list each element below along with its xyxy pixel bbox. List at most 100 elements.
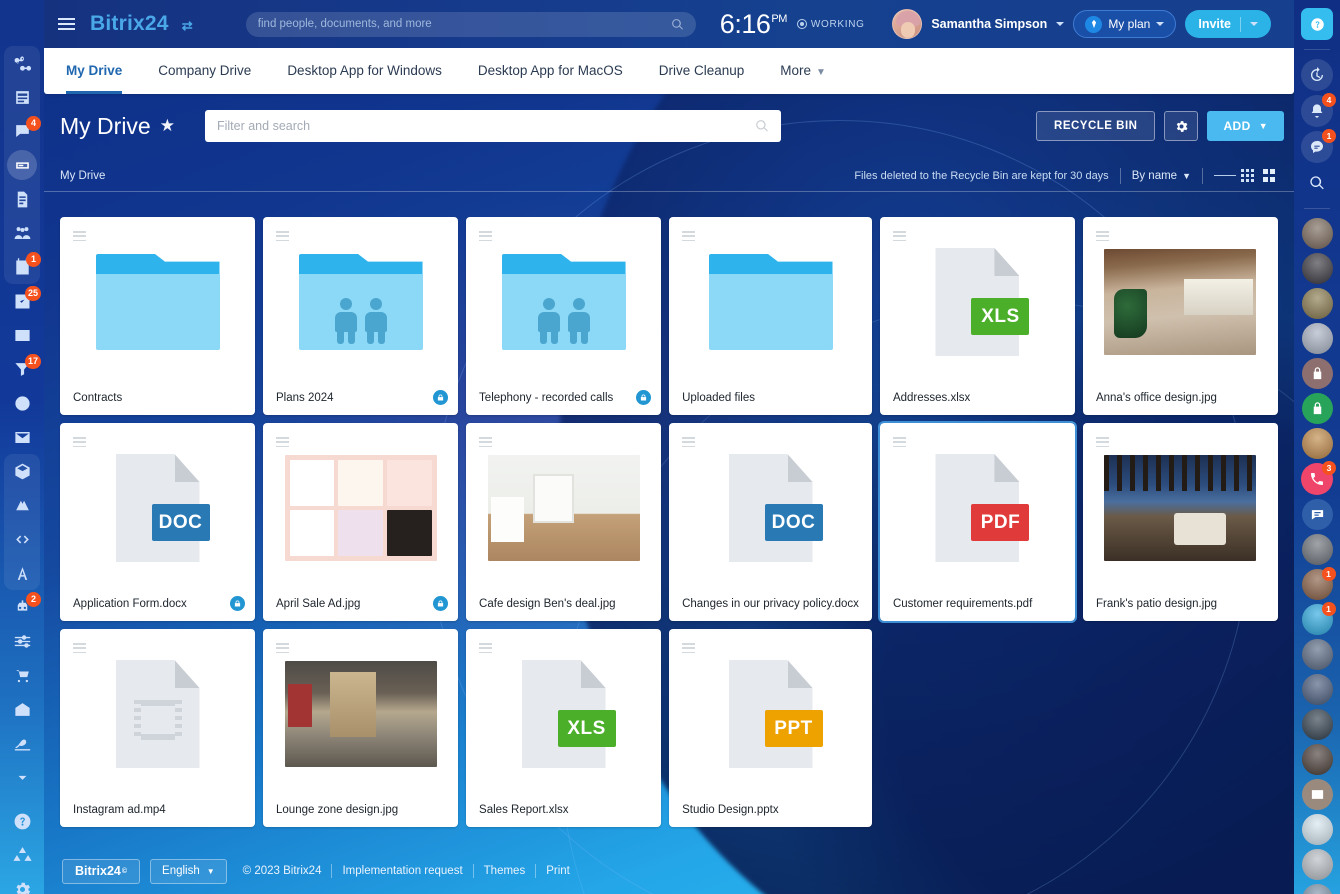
sidebar-item-contacts[interactable] [4,318,40,352]
phone-button[interactable]: 3 [1301,463,1333,495]
file-card[interactable]: Lounge zone design.jpg [263,629,458,827]
sidebar-item-target[interactable] [4,386,40,420]
sidebar-item-network[interactable] [4,838,40,872]
footer-logo[interactable]: Bitrix24© [62,859,140,884]
card-menu-icon[interactable] [276,641,289,656]
sidebar-item-sliders[interactable] [4,624,40,658]
avatar[interactable] [892,9,922,39]
tab-company-drive[interactable]: Company Drive [140,48,269,94]
card-menu-icon[interactable] [479,641,492,656]
filter-search-box[interactable] [205,110,781,142]
sidebar-item-chevron-down[interactable] [4,760,40,794]
file-card[interactable]: Contracts [60,217,255,415]
my-plan-button[interactable]: My plan [1073,10,1176,38]
settings-button[interactable] [1164,111,1198,141]
avatar[interactable] [1302,218,1333,249]
file-card[interactable]: PPTStudio Design.pptx [669,629,872,827]
file-card[interactable]: PDFCustomer requirements.pdf [880,423,1075,621]
card-menu-icon[interactable] [479,229,492,244]
sidebar-item-cart[interactable] [4,658,40,692]
card-menu-icon[interactable] [682,435,695,450]
file-card[interactable]: DOCChanges in our privacy policy.docx [669,423,872,621]
view-grid-large-button[interactable] [1258,166,1280,186]
card-menu-icon[interactable] [893,229,906,244]
card-menu-icon[interactable] [682,229,695,244]
sidebar-item-drive[interactable] [4,148,40,182]
sidebar-item-code[interactable] [4,522,40,556]
tab-drive-cleanup[interactable]: Drive Cleanup [641,48,763,94]
search-input[interactable] [258,18,671,30]
add-button[interactable]: ADD ▼ [1207,111,1284,141]
sidebar-item-news-feed[interactable] [4,80,40,114]
avatar[interactable] [1302,534,1333,565]
left-sidebar[interactable]: 4125172 [0,0,44,894]
chevron-down-icon[interactable] [1250,22,1258,26]
invite-button[interactable]: Invite [1185,10,1271,38]
sidebar-item-gear[interactable] [4,872,40,894]
sort-selector[interactable]: By name ▼ [1132,170,1191,182]
sidebar-item-crm-share[interactable] [4,46,40,80]
sidebar-item-sites[interactable] [4,488,40,522]
footer-link-implementation[interactable]: Implementation request [342,865,462,877]
file-card[interactable]: Instagram ad.mp4 [60,629,255,827]
avatar[interactable] [1302,428,1333,459]
history-button[interactable] [1301,59,1333,91]
avatar[interactable] [1302,709,1333,740]
drive-tabs[interactable]: My DriveCompany DriveDesktop App for Win… [44,48,1294,94]
help-button[interactable] [1301,8,1333,40]
tab-desktop-app-for-macos[interactable]: Desktop App for MacOS [460,48,641,94]
search-button[interactable] [1301,167,1333,199]
view-grid-small-button[interactable] [1236,166,1258,186]
sidebar-item-group[interactable] [4,216,40,250]
card-avatar[interactable] [1302,779,1333,810]
file-card[interactable]: DOCApplication Form.docx [60,423,255,621]
file-card[interactable]: April Sale Ad.jpg [263,423,458,621]
avatar[interactable] [1302,884,1333,894]
avatar[interactable] [1302,323,1333,354]
view-list-button[interactable] [1214,166,1236,186]
avatar[interactable] [1302,639,1333,670]
sidebar-item-letter-a[interactable] [4,556,40,590]
user-menu[interactable]: Samantha Simpson My plan Invite [892,9,1294,39]
group-chat-avatar[interactable] [1302,499,1333,530]
lock-avatar[interactable] [1302,358,1333,389]
menu-toggle-icon[interactable] [50,18,84,30]
avatar[interactable] [1302,288,1333,319]
sidebar-item-signature[interactable] [4,726,40,760]
filter-input[interactable] [217,119,755,133]
card-menu-icon[interactable] [73,435,86,450]
work-status[interactable]: WORKING [797,19,865,30]
breadcrumb[interactable]: My Drive [60,170,105,182]
card-menu-icon[interactable] [682,641,695,656]
sidebar-item-calendar[interactable]: 1 [4,250,40,284]
bell-button[interactable]: 4 [1301,95,1333,127]
sidebar-item-tasks[interactable]: 25 [4,284,40,318]
card-menu-icon[interactable] [1096,435,1109,450]
bitrix-logo[interactable]: Bitrix24 ⇄ [90,12,193,36]
avatar[interactable]: 1 [1302,569,1333,600]
avatar[interactable] [1302,253,1333,284]
card-menu-icon[interactable] [893,435,906,450]
sidebar-item-warehouse[interactable] [4,692,40,726]
file-card[interactable]: Frank's patio design.jpg [1083,423,1278,621]
sidebar-item-box[interactable] [4,454,40,488]
card-menu-icon[interactable] [276,229,289,244]
footer-link-themes[interactable]: Themes [484,865,526,877]
file-card[interactable]: Uploaded files [669,217,872,415]
chat-bubble-button[interactable]: 1 [1301,131,1333,163]
search-icon[interactable] [755,119,769,133]
right-sidebar[interactable]: 4 1 3 1 1 [1294,0,1340,894]
chevron-down-icon[interactable] [1056,22,1064,26]
sidebar-item-mail[interactable] [4,420,40,454]
avatar[interactable] [1302,814,1333,845]
global-search[interactable] [246,12,696,37]
avatar[interactable]: 1 [1302,604,1333,635]
file-card[interactable]: Cafe design Ben's deal.jpg [466,423,661,621]
card-menu-icon[interactable] [276,435,289,450]
file-card[interactable]: Anna's office design.jpg [1083,217,1278,415]
avatar[interactable] [1302,674,1333,705]
card-menu-icon[interactable] [479,435,492,450]
card-menu-icon[interactable] [1096,229,1109,244]
card-menu-icon[interactable] [73,641,86,656]
card-menu-icon[interactable] [73,229,86,244]
